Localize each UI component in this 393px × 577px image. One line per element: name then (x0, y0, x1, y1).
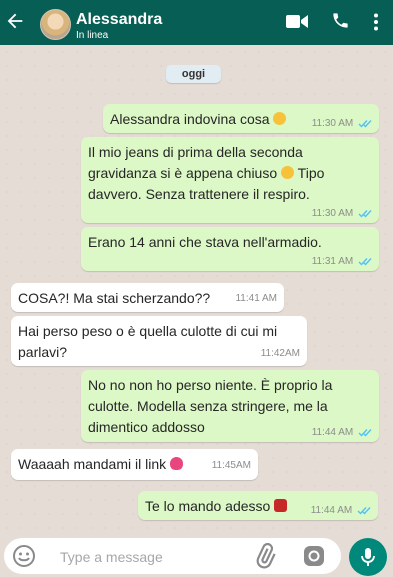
message-text: Erano 14 anni che stava nell'armadio. (88, 234, 322, 250)
back-arrow-icon[interactable] (4, 10, 26, 32)
message-meta: 11:31 AM (312, 256, 372, 268)
read-ticks-icon (358, 257, 372, 266)
message-text-line: dimentico addosso (88, 419, 205, 435)
phone-icon[interactable] (331, 11, 350, 30)
message-meta: 11:30 AM (312, 208, 372, 220)
message-text: Te lo mando adesso (145, 498, 271, 514)
read-ticks-icon (358, 209, 372, 218)
message-meta: 11:44 AM (311, 505, 371, 517)
avatar[interactable] (40, 9, 71, 40)
message-bubble-incoming[interactable]: COSA?! Ma stai scherzando?? 11:41 AM (11, 283, 284, 312)
contact-status: In linea (76, 30, 109, 41)
message-time: 11:42AM (260, 348, 300, 359)
message-text: Waaaah mandami il link (18, 456, 167, 472)
message-text-line: parlavi? (18, 344, 68, 360)
message-time: 11:45AM (211, 460, 251, 471)
camera-icon[interactable] (302, 544, 326, 568)
message-content: Hai perso peso o è quella culotte di cui… (18, 321, 277, 363)
message-time: 11:30 AM (311, 118, 354, 129)
astonished-face-emoji-icon (281, 166, 295, 179)
chat-header: Alessandra In linea (0, 0, 393, 45)
more-options-icon[interactable] (372, 13, 380, 31)
message-bubble-outgoing[interactable]: No no non ho perso niente. È proprio la … (81, 370, 379, 442)
message-content: Alessandra indovina cosa (110, 109, 287, 130)
message-bubble-outgoing[interactable]: Il mio jeans di prima della seconda grav… (81, 137, 379, 223)
hearts-emoji-icon (170, 457, 183, 470)
read-ticks-icon (358, 119, 372, 128)
message-time: 11:31 AM (311, 256, 354, 267)
mic-button[interactable] (349, 538, 387, 576)
message-content: Te lo mando adesso (145, 496, 288, 517)
message-placeholder: Type a message (60, 549, 163, 565)
message-meta: 11:44 AM (312, 427, 372, 439)
emoji-icon[interactable] (12, 544, 36, 568)
chat-area[interactable]: oggi Alessandra indovina cosa 11:30 AM I… (0, 45, 393, 535)
message-text-line: Tipo (297, 165, 325, 181)
message-bubble-outgoing[interactable]: Te lo mando adesso 11:44 AM (138, 491, 378, 520)
message-text-line: culotte. Modella senza stringere, me la (88, 398, 328, 414)
message-content: No no non ho perso niente. È proprio la … (88, 375, 332, 438)
message-bubble-incoming[interactable]: Waaaah mandami il link 11:45AM (11, 449, 258, 480)
message-text-line: davvero. Senza trattenere il respiro. (88, 186, 310, 202)
message-bubble-incoming[interactable]: Hai perso peso o è quella culotte di cui… (11, 316, 307, 366)
message-bubble-outgoing[interactable]: Alessandra indovina cosa 11:30 AM (103, 104, 379, 133)
attach-icon[interactable] (252, 543, 278, 569)
message-text: Alessandra indovina cosa (110, 111, 270, 127)
message-content: Il mio jeans di prima della seconda grav… (88, 142, 324, 205)
face-with-tongue-emoji-icon (273, 112, 287, 125)
read-ticks-icon (358, 428, 372, 437)
message-time: 11:44 AM (311, 427, 354, 438)
message-text: COSA?! Ma stai scherzando?? (18, 290, 211, 306)
message-time: 11:41 AM (235, 293, 277, 304)
date-separator: oggi (166, 65, 221, 83)
ribbon-emoji-icon (274, 499, 288, 512)
message-bubble-outgoing[interactable]: Erano 14 anni che stava nell'armadio. 11… (81, 227, 379, 271)
message-time: 11:30 AM (311, 208, 354, 219)
message-time: 11:44 AM (310, 505, 353, 516)
message-text-line: gravidanza si è appena chiuso (88, 165, 278, 181)
video-call-icon[interactable] (286, 13, 308, 30)
message-meta: 11:30 AM (312, 118, 372, 130)
message-text-line: No no non ho perso niente. È proprio la (88, 377, 333, 393)
message-text-line: Hai perso peso o è quella culotte di cui… (18, 323, 278, 339)
message-text-line: Il mio jeans di prima della seconda (88, 144, 303, 160)
read-ticks-icon (357, 506, 371, 515)
mic-icon (361, 548, 375, 566)
contact-name[interactable]: Alessandra (76, 11, 162, 29)
message-input[interactable]: Type a message (4, 538, 341, 574)
composer: Type a message (0, 535, 393, 577)
message-content: Waaaah mandami il link (18, 454, 183, 475)
